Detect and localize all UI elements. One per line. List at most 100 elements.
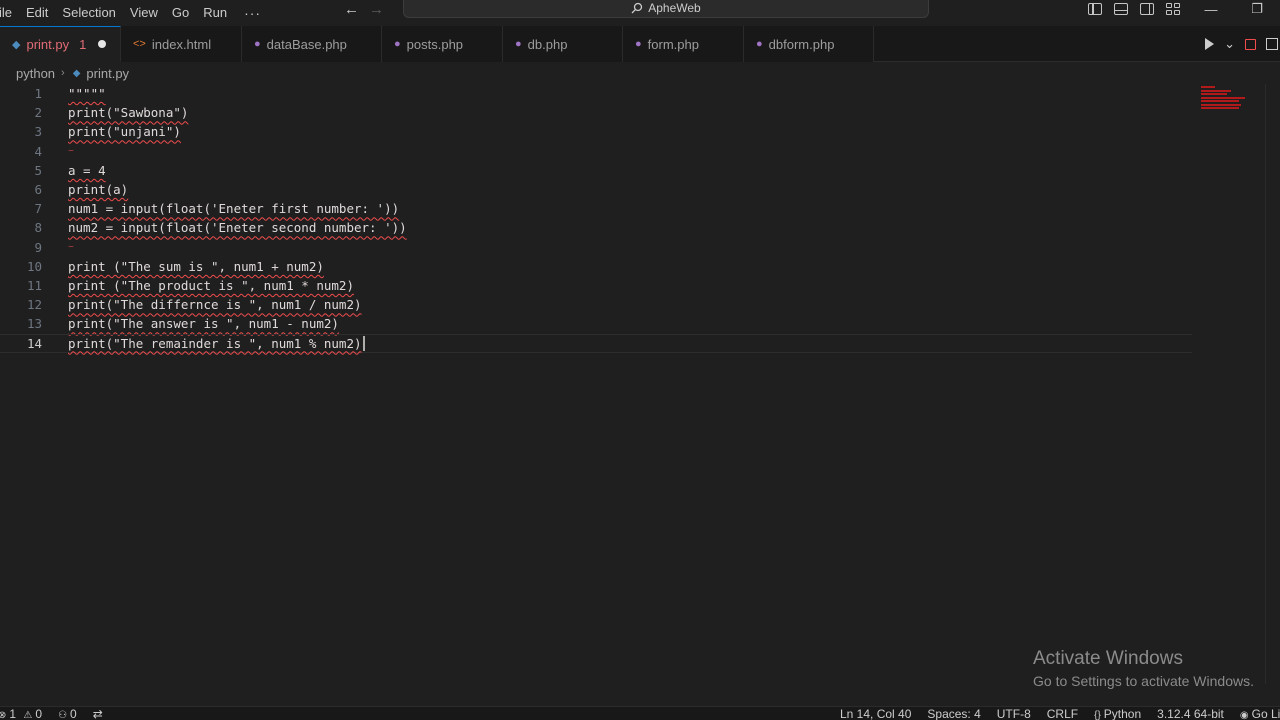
code-text[interactable]: print(a) bbox=[68, 182, 128, 197]
cursor-position[interactable]: Ln 14, Col 40 bbox=[832, 707, 919, 720]
tab-label: db.php bbox=[527, 36, 568, 52]
encoding[interactable]: UTF-8 bbox=[989, 707, 1039, 720]
tab-index-html[interactable]: <> index.html bbox=[121, 26, 242, 62]
unsaved-dot-icon[interactable] bbox=[98, 40, 107, 48]
code-line[interactable]: 8 num2 = input(float('Eneter second numb… bbox=[0, 218, 1192, 237]
tab-form-php[interactable]: ● form.php bbox=[623, 26, 744, 62]
code-text[interactable]: num1 = input(float('Eneter first number:… bbox=[68, 201, 399, 216]
code-line[interactable]: 9 ⌣ bbox=[0, 238, 1192, 257]
breadcrumb-folder[interactable]: python bbox=[16, 66, 55, 81]
code-text[interactable]: num2 = input(float('Eneter second number… bbox=[68, 220, 407, 235]
tab-database-php[interactable]: ● dataBase.php bbox=[242, 26, 382, 62]
status-bar-left: ⊗ 1 ⚠ 0 ⚇ 0 ⇄ bbox=[0, 707, 109, 720]
code-text[interactable]: """"" bbox=[68, 86, 106, 101]
editor-actions: ⌄ bbox=[1205, 26, 1280, 62]
menu-more-button[interactable]: ··· bbox=[234, 0, 271, 26]
python-interpreter[interactable]: 3.12.4 64-bit bbox=[1149, 707, 1232, 720]
indentation[interactable]: Spaces: 4 bbox=[919, 707, 988, 720]
language-mode[interactable]: {} Python bbox=[1086, 707, 1149, 720]
python-icon: ◆ bbox=[12, 38, 21, 51]
line-number: 7 bbox=[34, 201, 42, 217]
php-icon: ● bbox=[515, 38, 522, 50]
problems-status[interactable]: ⊗ 1 ⚠ 0 bbox=[0, 707, 48, 720]
code-line[interactable]: 7 num1 = input(float('Eneter first numbe… bbox=[0, 199, 1192, 218]
tab-print-py[interactable]: ◆ print.py 1 bbox=[0, 26, 121, 62]
problem-count-badge: 1 bbox=[79, 36, 87, 52]
activate-windows-watermark: Activate Windows Go to Settings to activ… bbox=[1033, 648, 1254, 689]
menu-file[interactable]: ile bbox=[0, 0, 19, 26]
code-text[interactable]: print("The answer is ", num1 - num2) bbox=[68, 316, 339, 331]
forward-arrow-icon[interactable]: → bbox=[369, 1, 384, 18]
toggle-secondary-sidebar-icon[interactable] bbox=[1140, 3, 1154, 15]
ports-status[interactable]: ⚇ 0 bbox=[52, 707, 83, 720]
code-editor[interactable]: 1 """"" 2 print("Sawbona") 3 print("unja… bbox=[0, 84, 1200, 684]
menu-run[interactable]: Run bbox=[196, 0, 234, 26]
title-bar: ile Edit Selection View Go Run ··· ← → A… bbox=[0, 0, 1280, 26]
code-line[interactable]: 3 print("unjani") bbox=[0, 122, 1192, 141]
code-text[interactable]: print ("The product is ", num1 * num2) bbox=[68, 278, 354, 293]
minimap[interactable] bbox=[1201, 84, 1265, 114]
tab-label: dataBase.php bbox=[266, 36, 347, 52]
code-line[interactable]: 1 """"" bbox=[0, 84, 1192, 103]
back-arrow-icon[interactable]: ← bbox=[344, 1, 359, 18]
line-number: 13 bbox=[26, 316, 42, 332]
code-line[interactable]: 6 print(a) bbox=[0, 180, 1192, 199]
code-text[interactable]: print("Sawbona") bbox=[68, 105, 188, 120]
watermark-subtitle: Go to Settings to activate Windows. bbox=[1033, 673, 1254, 689]
code-text[interactable]: print("unjani") bbox=[68, 124, 181, 139]
code-text[interactable]: a = 4 bbox=[68, 163, 106, 178]
menu-go[interactable]: Go bbox=[165, 0, 196, 26]
stop-icon[interactable] bbox=[1245, 38, 1256, 50]
end-of-line[interactable]: CRLF bbox=[1039, 707, 1086, 720]
tab-dbform-php[interactable]: ● dbform.php bbox=[744, 26, 874, 62]
run-icon[interactable] bbox=[1205, 38, 1215, 50]
menu-selection[interactable]: Selection bbox=[55, 0, 122, 26]
restore-button[interactable]: ❐ bbox=[1234, 1, 1280, 17]
line-number: 6 bbox=[34, 182, 42, 198]
menu-edit[interactable]: Edit bbox=[19, 0, 55, 26]
command-center-search[interactable]: ApheWeb bbox=[403, 0, 929, 18]
line-number: 2 bbox=[34, 105, 42, 121]
error-squiggle-icon: ⌣ bbox=[68, 241, 74, 252]
code-line[interactable]: 13 print("The answer is ", num1 - num2) bbox=[0, 314, 1192, 333]
tab-posts-php[interactable]: ● posts.php bbox=[382, 26, 503, 62]
code-line[interactable]: 2 print("Sawbona") bbox=[0, 103, 1192, 122]
php-icon: ● bbox=[756, 38, 763, 50]
live-share-icon[interactable]: ⇄ bbox=[87, 707, 109, 720]
layout-controls bbox=[1088, 0, 1180, 18]
code-text[interactable]: print ("The sum is ", num1 + num2) bbox=[68, 259, 324, 274]
php-icon: ● bbox=[394, 38, 401, 50]
code-line[interactable]: 12 print("The differnce is ", num1 / num… bbox=[0, 295, 1192, 314]
html-icon: <> bbox=[133, 38, 146, 50]
customize-layout-icon[interactable] bbox=[1166, 3, 1180, 15]
current-code-line[interactable]: 14 print("The remainder is ", num1 % num… bbox=[0, 333, 1192, 353]
text-cursor bbox=[362, 335, 365, 351]
toggle-sidebar-icon[interactable] bbox=[1088, 3, 1102, 15]
chevron-down-icon[interactable]: ⌄ bbox=[1224, 36, 1235, 52]
code-text[interactable]: print("The remainder is ", num1 % num2) bbox=[68, 336, 362, 351]
code-line[interactable]: 10 print ("The sum is ", num1 + num2) bbox=[0, 257, 1192, 276]
code-line[interactable]: 4 ⌣ bbox=[0, 142, 1192, 161]
php-icon: ● bbox=[635, 38, 642, 50]
tab-label: posts.php bbox=[406, 36, 464, 52]
status-bar: ⊗ 1 ⚠ 0 ⚇ 0 ⇄ Ln 14, Col 40 Spaces: 4 UTF-8… bbox=[0, 706, 1280, 720]
go-live-button[interactable]: ◉Go Liv bbox=[1232, 707, 1280, 720]
status-bar-right: Ln 14, Col 40 Spaces: 4 UTF-8 CRLF {} Pyt… bbox=[832, 707, 1280, 720]
navigation-arrows: ← → bbox=[344, 0, 384, 18]
code-line[interactable]: 11 print ("The product is ", num1 * num2… bbox=[0, 276, 1192, 295]
code-line[interactable]: 5 a = 4 bbox=[0, 161, 1192, 180]
toggle-panel-icon[interactable] bbox=[1114, 3, 1128, 15]
tab-label: form.php bbox=[647, 36, 699, 52]
python-icon: ◆ bbox=[72, 67, 81, 79]
code-text[interactable]: print("The differnce is ", num1 / num2) bbox=[68, 297, 362, 312]
menu-view[interactable]: View bbox=[123, 0, 165, 26]
tab-label: dbform.php bbox=[768, 36, 835, 52]
split-editor-icon[interactable] bbox=[1266, 38, 1278, 50]
line-number: 9 bbox=[34, 239, 42, 255]
tab-db-php[interactable]: ● db.php bbox=[503, 26, 623, 62]
editor-tab-bar: ◆ print.py 1 <> index.html ● dataBase.ph… bbox=[0, 26, 1280, 62]
vertical-scrollbar[interactable] bbox=[1265, 84, 1279, 684]
breadcrumb-file[interactable]: print.py bbox=[86, 66, 129, 81]
minimize-button[interactable]: — bbox=[1188, 2, 1234, 17]
line-number: 14 bbox=[26, 335, 42, 351]
